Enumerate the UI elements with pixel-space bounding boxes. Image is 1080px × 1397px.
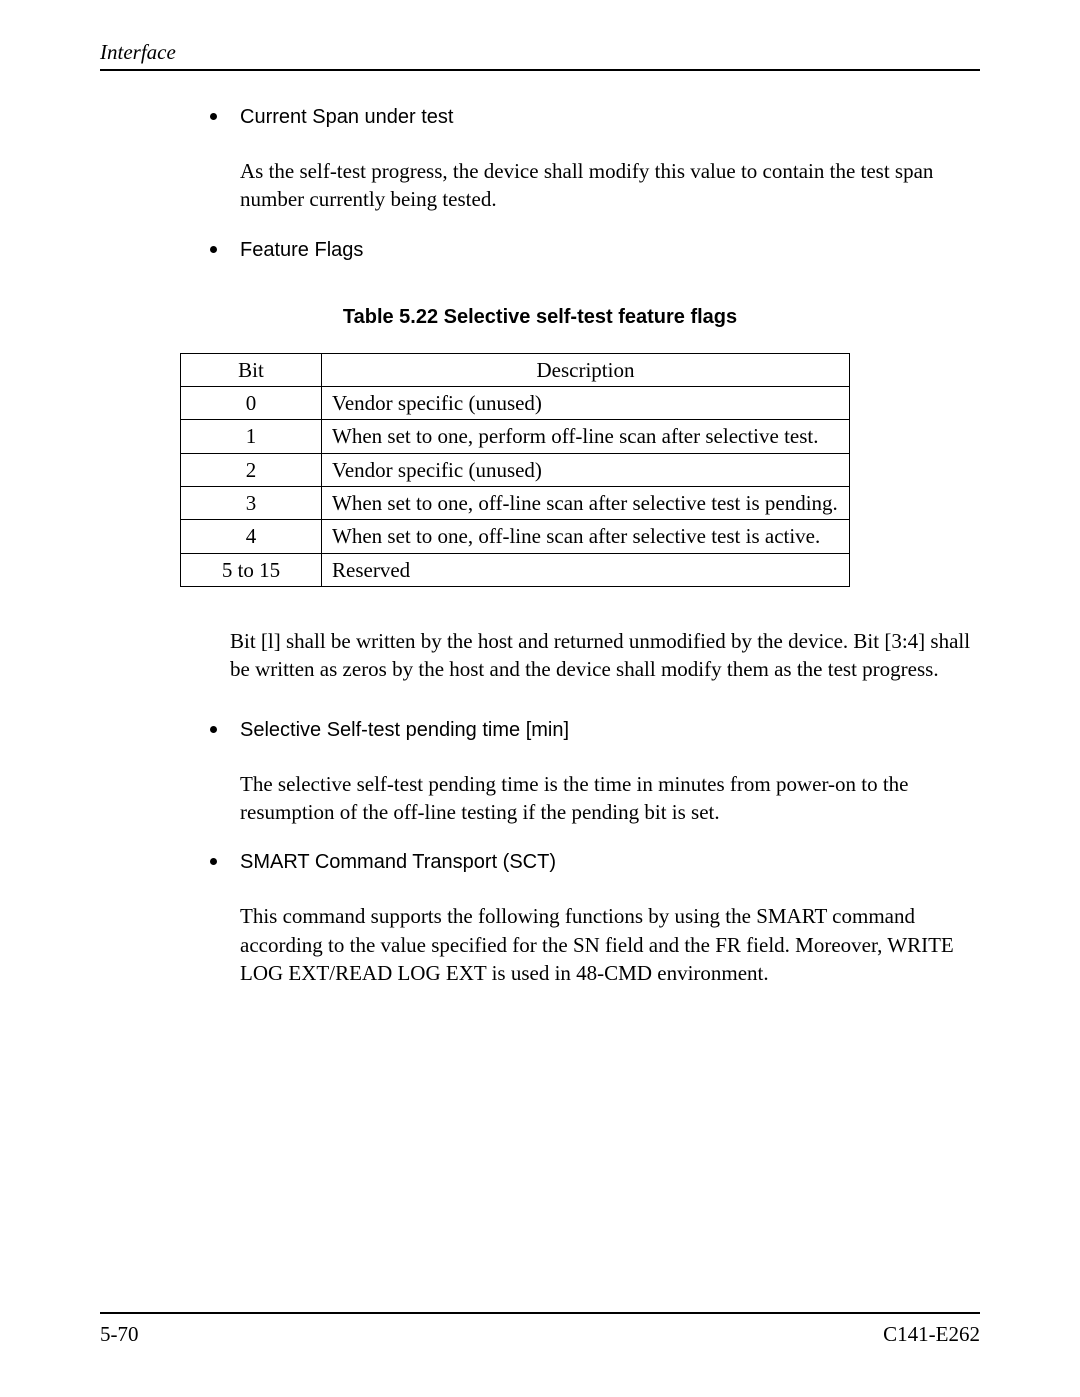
list-item: Selective Self-test pending time [min] T… <box>230 714 980 827</box>
bit-cell: 5 to 15 <box>181 553 322 586</box>
table-row: 5 to 15 Reserved <box>181 553 850 586</box>
bit-cell: 4 <box>181 520 322 553</box>
bit-cell: 1 <box>181 420 322 453</box>
page-content: Current Span under test As the self-test… <box>100 101 980 988</box>
col-desc-header: Description <box>322 353 850 386</box>
col-bit-header: Bit <box>181 353 322 386</box>
page-header: Interface <box>100 40 980 71</box>
bit-cell: 0 <box>181 387 322 420</box>
header-title: Interface <box>100 40 176 64</box>
desc-cell: When set to one, off-line scan after sel… <box>322 487 850 520</box>
table-row: 2 Vendor specific (unused) <box>181 453 850 486</box>
bit-cell: 2 <box>181 453 322 486</box>
post-table-paragraph: Bit [l] shall be written by the host and… <box>230 627 980 684</box>
item-title: SMART Command Transport (SCT) <box>240 849 980 876</box>
footer-left: 5-70 <box>100 1322 139 1347</box>
table-row: 1 When set to one, perform off-line scan… <box>181 420 850 453</box>
table-caption: Table 5.22 Selective self-test feature f… <box>100 304 980 331</box>
desc-cell: When set to one, perform off-line scan a… <box>322 420 850 453</box>
item-body: As the self-test progress, the device sh… <box>240 157 980 214</box>
list-item: Feature Flags <box>230 234 980 264</box>
item-body: This command supports the following func… <box>240 902 980 987</box>
desc-cell: Vendor specific (unused) <box>322 387 850 420</box>
desc-cell: When set to one, off-line scan after sel… <box>322 520 850 553</box>
desc-cell: Vendor specific (unused) <box>322 453 850 486</box>
item-title: Feature Flags <box>240 237 980 264</box>
table-row: 3 When set to one, off-line scan after s… <box>181 487 850 520</box>
table-header-row: Bit Description <box>181 353 850 386</box>
footer-right: C141-E262 <box>883 1322 980 1347</box>
bit-cell: 3 <box>181 487 322 520</box>
item-title: Selective Self-test pending time [min] <box>240 717 980 744</box>
item-title: Current Span under test <box>240 104 980 131</box>
list-item: Current Span under test As the self-test… <box>230 101 980 214</box>
table-row: 4 When set to one, off-line scan after s… <box>181 520 850 553</box>
list-item: SMART Command Transport (SCT) This comma… <box>230 846 980 987</box>
desc-cell: Reserved <box>322 553 850 586</box>
item-body: The selective self-test pending time is … <box>240 770 980 827</box>
table-row: 0 Vendor specific (unused) <box>181 387 850 420</box>
feature-flags-table: Bit Description 0 Vendor specific (unuse… <box>180 353 850 587</box>
page-footer: 5-70 C141-E262 <box>100 1312 980 1347</box>
